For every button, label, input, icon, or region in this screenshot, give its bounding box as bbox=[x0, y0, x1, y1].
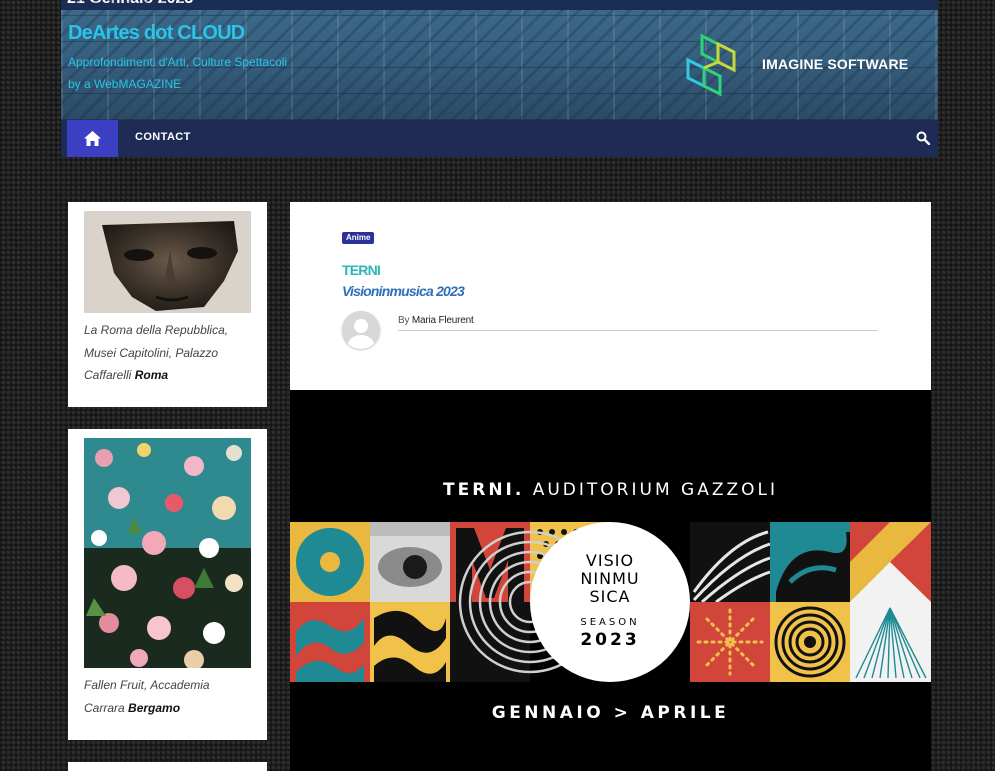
sidebar-widget-next bbox=[68, 762, 267, 771]
sponsor-banner[interactable]: IMAGINE SOFTWARE bbox=[684, 32, 908, 96]
exhibition-thumbnail[interactable] bbox=[84, 211, 251, 313]
header-date: 21 Gennaio 2023 bbox=[67, 0, 193, 8]
post-title-city: TERNI bbox=[342, 262, 381, 278]
post-byline: By Maria Fleurent bbox=[398, 315, 878, 331]
search-icon[interactable] bbox=[916, 131, 930, 145]
site-header: 21 Gennaio 2023 DeArtes dot CLOUD Approf… bbox=[61, 0, 938, 120]
nav-contact-link[interactable]: CONTACT bbox=[135, 131, 191, 143]
site-tagline: Approfondimenti d'Arti, Culture Spettaco… bbox=[68, 55, 288, 91]
author-link[interactable]: Maria Fleurent bbox=[412, 315, 474, 326]
season-label: SEASON bbox=[580, 617, 640, 628]
poster-heading: TERNI. AUDITORIUM GAZZOLI bbox=[443, 480, 778, 500]
poster-dates: GENNAIO > APRILE bbox=[491, 703, 730, 723]
post-title-event: Visioninmusica 2023 bbox=[342, 283, 465, 299]
author-avatar[interactable] bbox=[342, 311, 380, 349]
user-icon bbox=[342, 311, 380, 349]
exhibition-thumbnail[interactable] bbox=[84, 438, 251, 668]
season-year: 2023 bbox=[580, 630, 640, 650]
sponsor-name: IMAGINE SOFTWARE bbox=[762, 56, 909, 72]
post-title[interactable]: TERNI Visioninmusica 2023 bbox=[342, 260, 902, 302]
date-strip: 21 Gennaio 2023 bbox=[61, 0, 938, 10]
article-header: Anime TERNI Visioninmusica 2023 By Maria… bbox=[290, 202, 931, 390]
widget-city[interactable]: Roma bbox=[135, 368, 168, 382]
main-nav: CONTACT bbox=[61, 120, 938, 157]
season-badge: VISIO NINMU SICA SEASON 2023 bbox=[530, 522, 690, 682]
widget-city[interactable]: Bergamo bbox=[128, 701, 180, 715]
site-title[interactable]: DeArtes dot CLOUD bbox=[68, 22, 245, 45]
widget-caption: Fallen Fruit, Accademia Carrara Bergamo bbox=[84, 678, 210, 715]
festival-logo: VISIO NINMU SICA bbox=[580, 551, 640, 606]
sidebar-widget-bergamo: Fallen Fruit, Accademia Carrara Bergamo bbox=[68, 429, 267, 740]
home-icon bbox=[84, 131, 101, 146]
sidebar-widget-roma: La Roma della Repubblica, Musei Capitoli… bbox=[68, 202, 267, 407]
featured-image: TERNI. AUDITORIUM GAZZOLI VISIO NINMU SI… bbox=[290, 390, 931, 771]
category-badge[interactable]: Anime bbox=[342, 232, 375, 244]
imagine-software-logo-icon bbox=[686, 33, 736, 96]
widget-caption: La Roma della Repubblica, Musei Capitoli… bbox=[84, 323, 229, 382]
home-button[interactable] bbox=[67, 120, 118, 157]
